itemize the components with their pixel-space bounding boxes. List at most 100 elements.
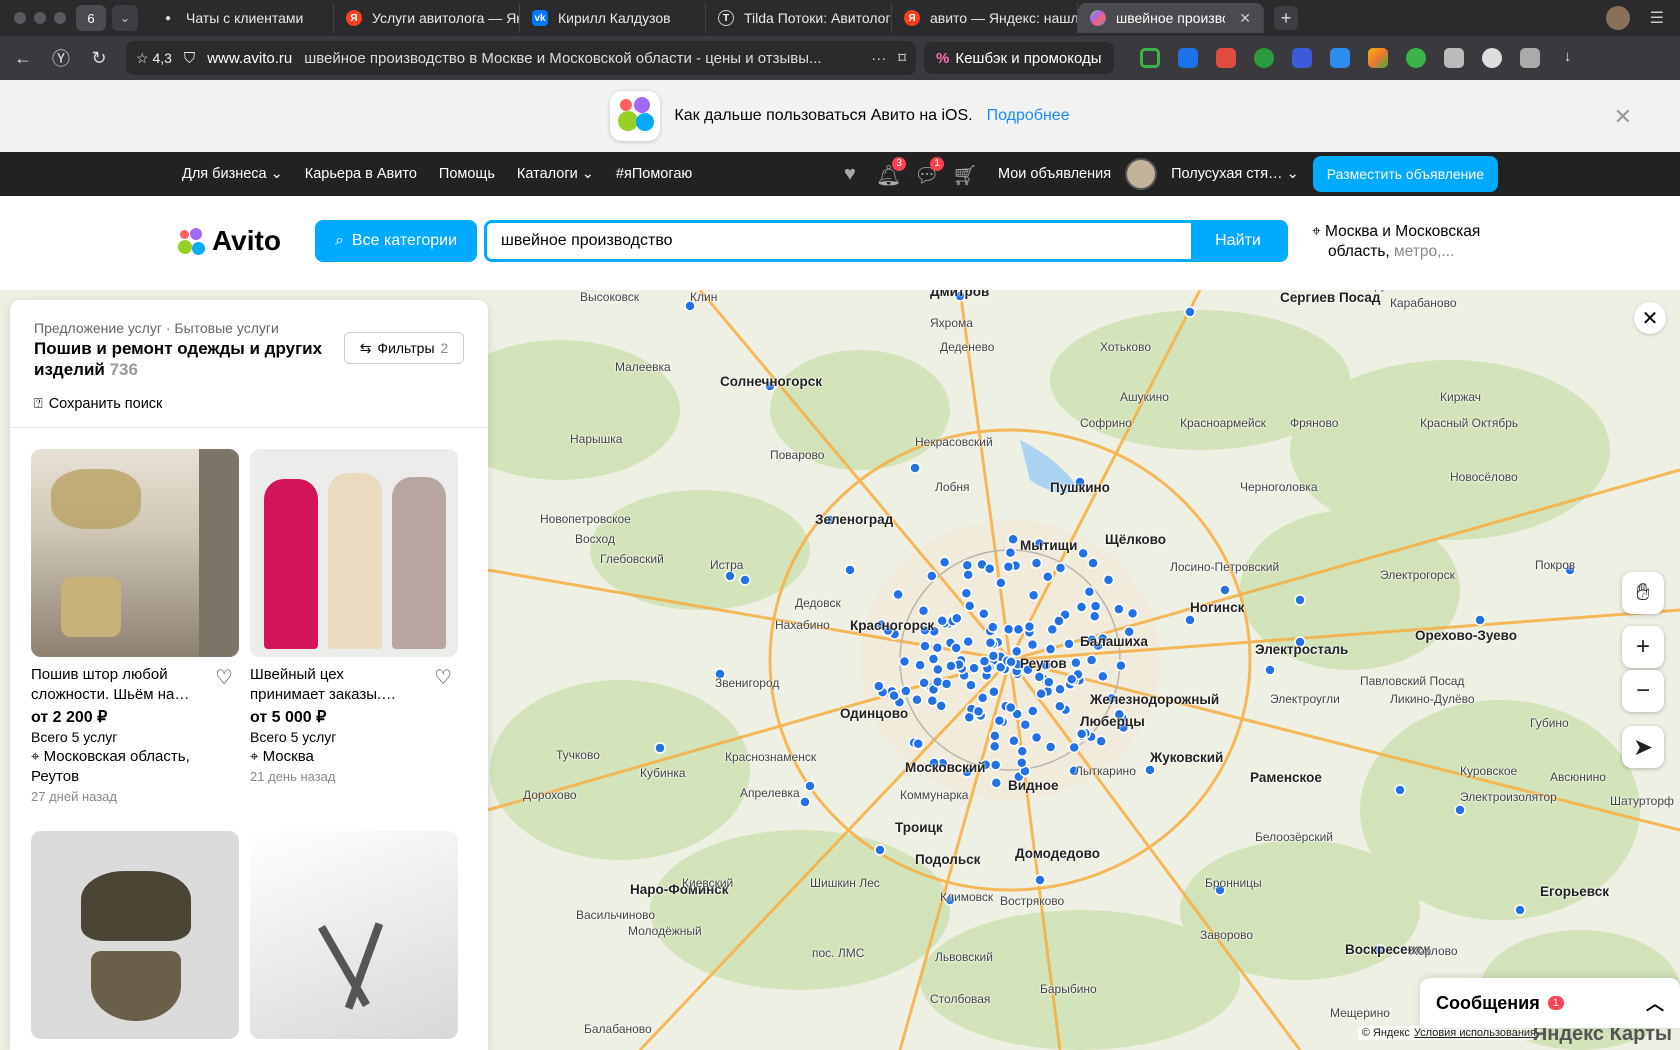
map-marker[interactable]: [989, 759, 1002, 771]
map-marker[interactable]: [1019, 719, 1032, 731]
map-marker[interactable]: [1184, 306, 1196, 318]
map-marker[interactable]: [962, 635, 974, 648]
window-controls[interactable]: [14, 12, 74, 24]
map-marker[interactable]: [993, 714, 1006, 727]
map-marker[interactable]: [898, 655, 911, 668]
new-tab-button[interactable]: +: [1274, 6, 1298, 30]
map-marker[interactable]: [739, 574, 751, 586]
map-marker[interactable]: [1070, 656, 1082, 669]
map-marker[interactable]: [963, 600, 976, 612]
map-marker[interactable]: [1053, 615, 1065, 627]
map-marker[interactable]: [1023, 620, 1036, 633]
map-marker[interactable]: [888, 689, 900, 702]
messages-widget[interactable]: Сообщения 1 ︿: [1420, 978, 1680, 1028]
map-marker[interactable]: [1102, 574, 1115, 586]
messages-icon[interactable]: 💬︎ 1: [914, 157, 944, 187]
map-marker[interactable]: [1035, 687, 1047, 700]
map-marker[interactable]: [1027, 705, 1039, 717]
map-marker[interactable]: [1030, 731, 1043, 744]
listing-image[interactable]: [250, 449, 458, 657]
search-input[interactable]: [487, 223, 1191, 259]
bag-icon[interactable]: [1443, 48, 1464, 68]
menu-icon[interactable]: ☰: [1650, 8, 1664, 28]
cashback-button[interactable]: % Кешбэк и промокоды: [924, 42, 1114, 74]
map-marker[interactable]: [1002, 623, 1015, 635]
tab-yandex-search[interactable]: Яавито — Яндекс: нашлось: [892, 3, 1078, 33]
map-marker[interactable]: [1394, 784, 1406, 796]
map-marker[interactable]: [909, 462, 921, 474]
map-marker[interactable]: [874, 844, 886, 856]
map-marker[interactable]: [984, 636, 997, 649]
breadcrumb[interactable]: Предложение услуг · Бытовые услуги: [34, 320, 279, 336]
map-marker[interactable]: [1044, 741, 1057, 753]
listing-card[interactable]: Пошив штор любой сложности. Шьём на… ♡ о…: [31, 449, 239, 804]
my-ads-link[interactable]: Мои объявления: [998, 166, 1111, 182]
nav-business[interactable]: Для бизнеса ⌄: [182, 166, 283, 182]
map-marker[interactable]: [940, 678, 953, 690]
nav-catalogs[interactable]: Каталоги ⌄: [517, 166, 594, 182]
map-marker[interactable]: [1044, 643, 1057, 655]
map-marker[interactable]: [931, 642, 944, 654]
map-marker[interactable]: [1264, 664, 1276, 676]
map-marker[interactable]: [938, 556, 951, 569]
rating-badge[interactable]: ☆ 4,3: [136, 50, 172, 67]
map-marker[interactable]: [989, 730, 1001, 742]
reload-icon[interactable]: ↻: [84, 48, 114, 69]
map-marker[interactable]: [1083, 585, 1096, 598]
map-marker[interactable]: [912, 737, 924, 750]
map-marker[interactable]: [988, 740, 1001, 753]
map-marker[interactable]: [1027, 589, 1040, 601]
map-marker[interactable]: [1089, 600, 1102, 612]
tab-active[interactable]: швейное производство✕: [1078, 3, 1264, 33]
map-marker[interactable]: [932, 663, 944, 676]
extension-f-icon[interactable]: [1291, 48, 1312, 68]
map-marker[interactable]: [995, 577, 1007, 589]
map-marker[interactable]: [724, 570, 736, 582]
map-marker[interactable]: [1033, 671, 1046, 683]
tab-services[interactable]: ЯУслуги авитолога — Яндекс: [334, 3, 520, 33]
location-selector[interactable]: ⌖ Москва и Московская область, метро,...: [1312, 222, 1502, 262]
map-marker[interactable]: [804, 780, 816, 792]
map-marker[interactable]: [978, 655, 991, 668]
map-marker[interactable]: [918, 677, 930, 689]
find-button[interactable]: Найти: [1191, 223, 1285, 259]
map-marker[interactable]: [914, 659, 926, 671]
map-marker[interactable]: [1046, 623, 1059, 636]
listing-title[interactable]: Пошив штор любой сложности. Шьём на…: [31, 665, 203, 705]
listing-card[interactable]: Швейный цех принимает заказы.… ♡ от 5 00…: [250, 449, 458, 784]
notifications-bell-icon[interactable]: 🔔︎ 3: [876, 157, 906, 187]
map-marker[interactable]: [1514, 904, 1526, 916]
ios-banner-link[interactable]: Подробнее: [987, 107, 1070, 125]
map-marker[interactable]: [936, 615, 948, 627]
map-marker[interactable]: [1219, 584, 1231, 596]
map-marker[interactable]: [1454, 804, 1466, 816]
map-marker[interactable]: [1002, 560, 1015, 573]
map-marker[interactable]: [965, 679, 977, 691]
map-marker[interactable]: [935, 700, 947, 712]
map-marker[interactable]: [987, 650, 1000, 662]
save-search-button[interactable]: ⍰ Сохранить поиск: [34, 396, 162, 412]
map-marker[interactable]: [1184, 614, 1196, 626]
map-marker[interactable]: [961, 559, 974, 571]
post-ad-button[interactable]: Разместить объявление: [1312, 156, 1498, 192]
map-marker[interactable]: [972, 705, 985, 718]
map-terms-link[interactable]: Условия использования: [1414, 1027, 1536, 1039]
mask-icon[interactable]: [1481, 48, 1502, 68]
map-marker[interactable]: [968, 662, 980, 674]
nav-help[interactable]: Помощь: [439, 166, 495, 182]
listing-image[interactable]: [250, 831, 458, 1039]
map-marker[interactable]: [1088, 610, 1101, 622]
download-green-icon[interactable]: [1405, 48, 1426, 68]
map-marker[interactable]: [976, 692, 989, 704]
yandex-logo-icon[interactable]: Ⓨ: [46, 45, 76, 71]
download-icon[interactable]: ↓: [1558, 48, 1578, 68]
tab-count-button[interactable]: 6: [76, 5, 106, 31]
map-marker[interactable]: [1115, 659, 1127, 672]
map-marker[interactable]: [892, 588, 904, 601]
extension-color-icon[interactable]: [1367, 48, 1388, 68]
close-icon[interactable]: ✕: [1614, 104, 1632, 130]
map-marker[interactable]: [1077, 547, 1089, 560]
tab-tilda[interactable]: T Tilda Потоки: Авитолог: [706, 3, 892, 33]
map-marker[interactable]: [990, 777, 1003, 789]
map-marker[interactable]: [926, 570, 938, 582]
